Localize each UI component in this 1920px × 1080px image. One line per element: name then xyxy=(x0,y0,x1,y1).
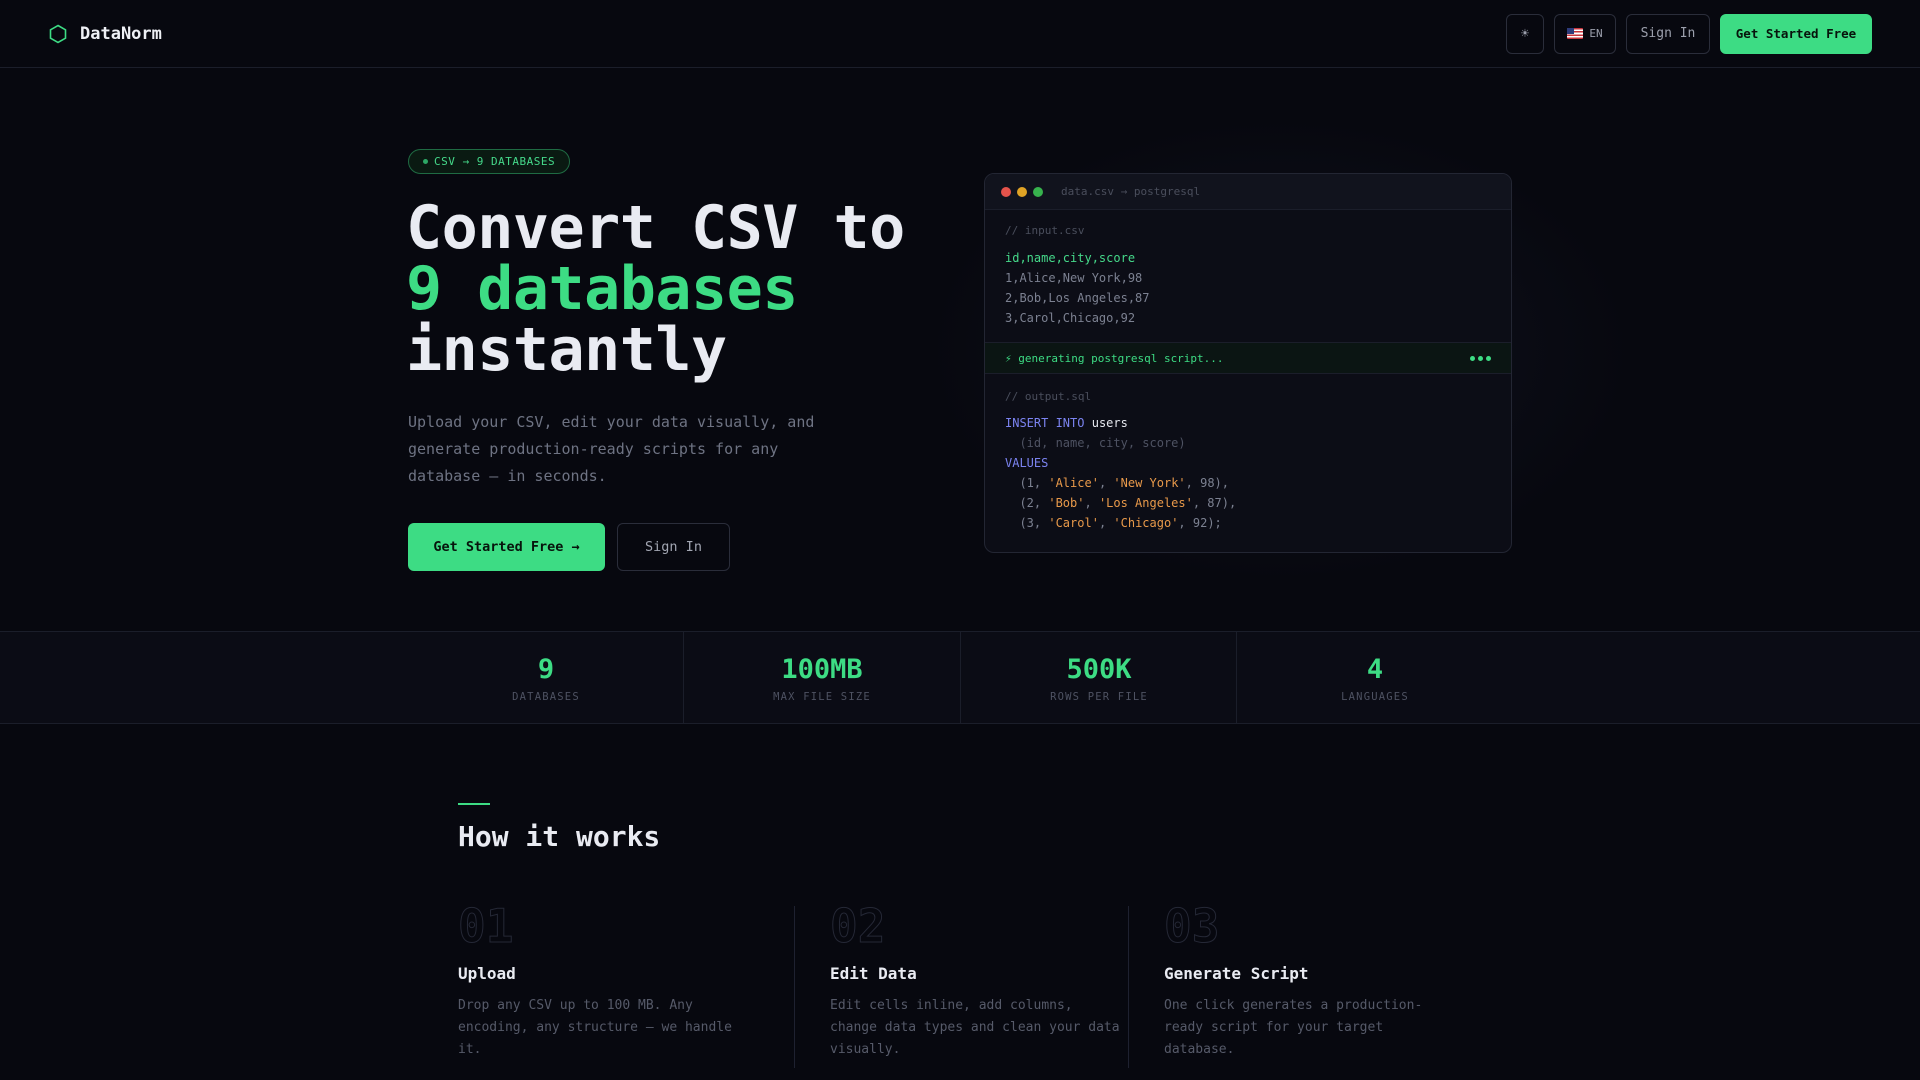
how-it-works-title: How it works xyxy=(458,820,661,853)
hero-title-line3: instantly xyxy=(406,315,727,385)
hero-get-started-button[interactable]: Get Started Free → xyxy=(408,523,605,571)
generating-status-bar: ⚡ generating postgresql script... xyxy=(985,342,1511,374)
sql-punct: , xyxy=(1084,496,1099,510)
sql-punct: (3, xyxy=(1019,516,1049,530)
badge-dot-icon xyxy=(423,159,428,164)
step-upload: 01 Upload Drop any CSV up to 100 MB. Any… xyxy=(458,900,748,1061)
stat-rows-per-file: 500K ROWS PER FILE xyxy=(961,632,1237,723)
sql-columns: (id, name, city, score) xyxy=(1019,436,1186,450)
us-flag-icon xyxy=(1567,28,1584,39)
hero-title: Convert CSV to 9 databases instantly xyxy=(406,198,905,381)
theme-toggle-button[interactable]: ☀ xyxy=(1506,13,1544,54)
window-minimize-dot-icon xyxy=(1017,186,1027,197)
nav-actions: ☀ EN Sign In Get Started Free xyxy=(1506,13,1872,54)
stats-strip: 9 DATABASES 100MB MAX FILE SIZE 500K ROW… xyxy=(0,631,1920,724)
sql-keyword: INSERT INTO xyxy=(1005,416,1085,430)
sql-punct: , xyxy=(1098,476,1114,490)
stat-max-file-size: 100MB MAX FILE SIZE xyxy=(684,632,960,723)
step-title: Upload xyxy=(458,964,516,983)
csv-input-section: // input.csv id,name,city,score 1,Alice,… xyxy=(985,210,1511,342)
stat-databases: 9 DATABASES xyxy=(408,632,684,723)
sql-value-row: (3, 'Carol', 'Chicago', 92); xyxy=(1005,513,1491,533)
nav-sign-in-button[interactable]: Sign In xyxy=(1626,13,1710,54)
csv-header-line: id,name,city,score xyxy=(1005,251,1136,265)
sql-string: 'New York' xyxy=(1113,476,1186,490)
hero-title-accent: 9 databases xyxy=(406,254,798,324)
sql-value-row: (2, 'Bob', 'Los Angeles', 87), xyxy=(1005,493,1491,513)
output-comment: // output.sql xyxy=(1005,390,1092,403)
sql-table-name: users xyxy=(1091,416,1128,430)
sql-string: 'Alice' xyxy=(1048,476,1099,490)
brand-name: DataNorm xyxy=(80,23,162,44)
sql-punct: (1, xyxy=(1019,476,1049,490)
step-number: 03 xyxy=(1164,899,1220,953)
stat-label: DATABASES xyxy=(512,690,580,703)
stat-value: 500K xyxy=(1066,653,1132,685)
step-divider xyxy=(1128,906,1129,1068)
sql-punct: , 98), xyxy=(1185,476,1229,490)
code-preview-window: data.csv → postgresql // input.csv id,na… xyxy=(984,173,1512,553)
input-comment: // input.csv xyxy=(1005,224,1085,237)
sql-insert-line: INSERT INTO users xyxy=(1005,413,1491,433)
step-title: Edit Data xyxy=(830,964,917,983)
loading-dots-icon xyxy=(1470,355,1491,361)
stat-value: 4 xyxy=(1366,653,1384,685)
language-select-button[interactable]: EN xyxy=(1554,13,1616,54)
stat-value: 100MB xyxy=(781,653,863,685)
sql-string: 'Bob' xyxy=(1048,496,1085,510)
code-window-title: data.csv → postgresql xyxy=(1061,185,1201,198)
hero-subtitle: Upload your CSV, edit your data visually… xyxy=(408,413,815,485)
csv-row: 1,Alice,New York,98 xyxy=(1005,271,1143,285)
hero-badge: CSV → 9 DATABASES xyxy=(408,149,571,174)
sql-string: 'Carol' xyxy=(1048,516,1099,530)
sql-punct: , 92); xyxy=(1178,516,1222,530)
step-description: One click generates a production-ready s… xyxy=(1164,998,1423,1057)
step-title: Generate Script xyxy=(1164,964,1309,983)
hexagon-logo-icon xyxy=(48,24,68,44)
step-description: Edit cells inline, add columns, change d… xyxy=(830,998,1120,1057)
sql-keyword: VALUES xyxy=(1005,456,1049,470)
sql-punct: (2, xyxy=(1019,496,1049,510)
hero-title-line1: Convert CSV to xyxy=(406,193,905,263)
top-navbar: DataNorm ☀ EN Sign In Get Started Free xyxy=(0,0,1920,68)
section-accent-bar xyxy=(458,803,490,805)
step-generate-script: 03 Generate Script One click generates a… xyxy=(1164,900,1454,1061)
sql-punct: , xyxy=(1098,516,1114,530)
sql-value-row: (1, 'Alice', 'New York', 98), xyxy=(1005,473,1491,493)
window-maximize-dot-icon xyxy=(1033,186,1043,197)
sql-string: 'Chicago' xyxy=(1113,516,1179,530)
csv-row: 2,Bob,Los Angeles,87 xyxy=(1005,291,1150,305)
language-code: EN xyxy=(1589,27,1603,40)
brand-logo-link[interactable]: DataNorm xyxy=(48,24,162,44)
stat-label: ROWS PER FILE xyxy=(1050,690,1148,703)
sql-values-line: VALUES xyxy=(1005,453,1491,473)
step-divider xyxy=(794,906,795,1068)
sql-punct: , 87), xyxy=(1192,496,1237,510)
badge-text: CSV → 9 DATABASES xyxy=(434,155,556,168)
sql-columns-line: (id, name, city, score) xyxy=(1005,433,1491,453)
code-window-titlebar: data.csv → postgresql xyxy=(985,174,1511,210)
generating-status-text: ⚡ generating postgresql script... xyxy=(1005,351,1224,365)
stat-value: 9 xyxy=(537,653,555,685)
step-number: 02 xyxy=(830,899,886,953)
sql-output-section: // output.sql INSERT INTO users (id, nam… xyxy=(985,374,1511,533)
step-edit-data: 02 Edit Data Edit cells inline, add colu… xyxy=(830,900,1120,1061)
hero-sign-in-button[interactable]: Sign In xyxy=(617,523,730,571)
stat-label: MAX FILE SIZE xyxy=(773,690,871,703)
stat-languages: 4 LANGUAGES xyxy=(1237,632,1513,723)
sql-string: 'Los Angeles' xyxy=(1098,496,1193,510)
csv-row: 3,Carol,Chicago,92 xyxy=(1005,311,1136,325)
step-number: 01 xyxy=(458,899,514,953)
step-description: Drop any CSV up to 100 MB. Any encoding,… xyxy=(458,998,732,1057)
stat-label: LANGUAGES xyxy=(1341,690,1409,703)
sun-icon: ☀ xyxy=(1520,25,1530,42)
nav-get-started-button[interactable]: Get Started Free xyxy=(1720,13,1872,54)
window-close-dot-icon xyxy=(1001,186,1011,197)
